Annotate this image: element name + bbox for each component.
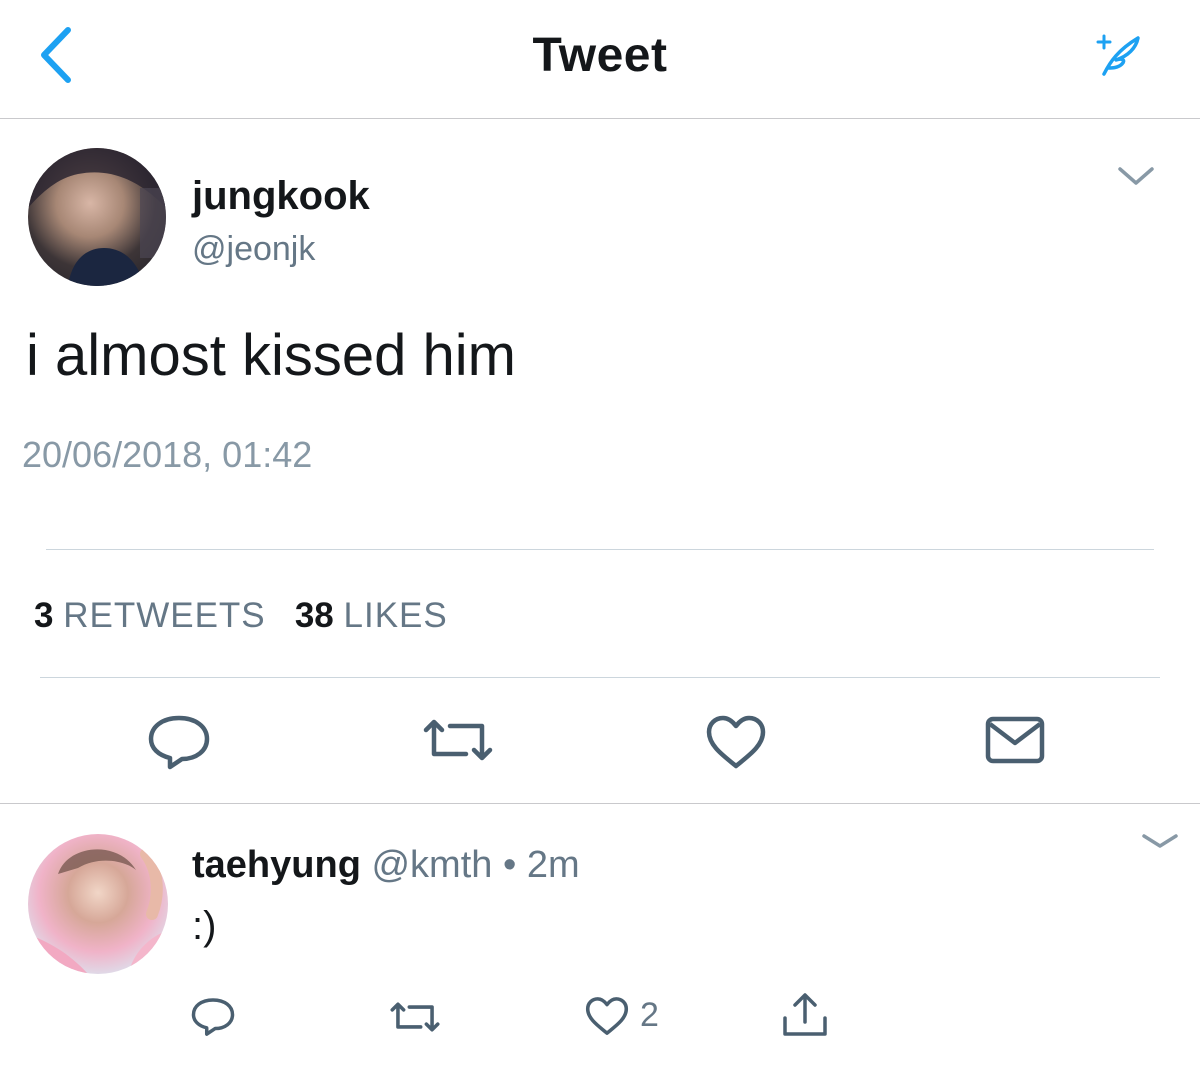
avatar[interactable] xyxy=(28,834,168,974)
page-title: Tweet xyxy=(532,29,668,82)
reply-author-handle[interactable]: @kmth xyxy=(371,844,492,886)
reply-like-count: 2 xyxy=(640,996,659,1034)
like-icon[interactable] xyxy=(704,714,768,770)
separator-dot: • xyxy=(502,844,517,886)
divider xyxy=(40,677,1160,678)
tweet-stats: 3 RETWEETS 38 LIKES xyxy=(34,596,448,636)
reply-icon[interactable] xyxy=(190,994,236,1038)
divider xyxy=(0,803,1200,804)
retweet-icon[interactable] xyxy=(420,714,496,766)
header-bar: Tweet xyxy=(0,0,1200,119)
reply-author-name[interactable]: taehyung xyxy=(192,844,361,886)
divider xyxy=(46,549,1154,550)
like-label: LIKES xyxy=(343,596,448,635)
chevron-down-icon[interactable] xyxy=(1138,828,1182,854)
reply-time: 2m xyxy=(526,844,580,886)
share-icon[interactable] xyxy=(780,992,830,1038)
reply-icon[interactable] xyxy=(146,712,212,770)
avatar-portrait-image xyxy=(28,848,168,974)
tweet-timestamp: 20/06/2018, 01:42 xyxy=(22,434,313,475)
avatar[interactable] xyxy=(28,148,166,286)
retweet-label: RETWEETS xyxy=(63,596,266,635)
reply-text: :) xyxy=(192,904,217,948)
sparkle-feather-icon[interactable] xyxy=(1092,30,1144,78)
author-name[interactable]: jungkook xyxy=(192,174,370,219)
like-icon[interactable] xyxy=(584,996,630,1036)
author-handle[interactable]: @jeonjk xyxy=(192,230,315,269)
retweet-count: 3 xyxy=(34,596,54,635)
message-icon[interactable] xyxy=(984,714,1046,766)
retweet-stat[interactable]: 3 RETWEETS xyxy=(34,596,266,635)
like-stat[interactable]: 38 LIKES xyxy=(295,596,448,635)
like-count: 38 xyxy=(294,596,334,635)
retweet-icon[interactable] xyxy=(388,998,442,1036)
reply-header: taehyung @kmth • 2m xyxy=(192,844,580,887)
chevron-down-icon[interactable] xyxy=(1114,162,1158,190)
avatar-portrait-image xyxy=(28,148,166,286)
tweet-text: i almost kissed him xyxy=(26,323,516,388)
